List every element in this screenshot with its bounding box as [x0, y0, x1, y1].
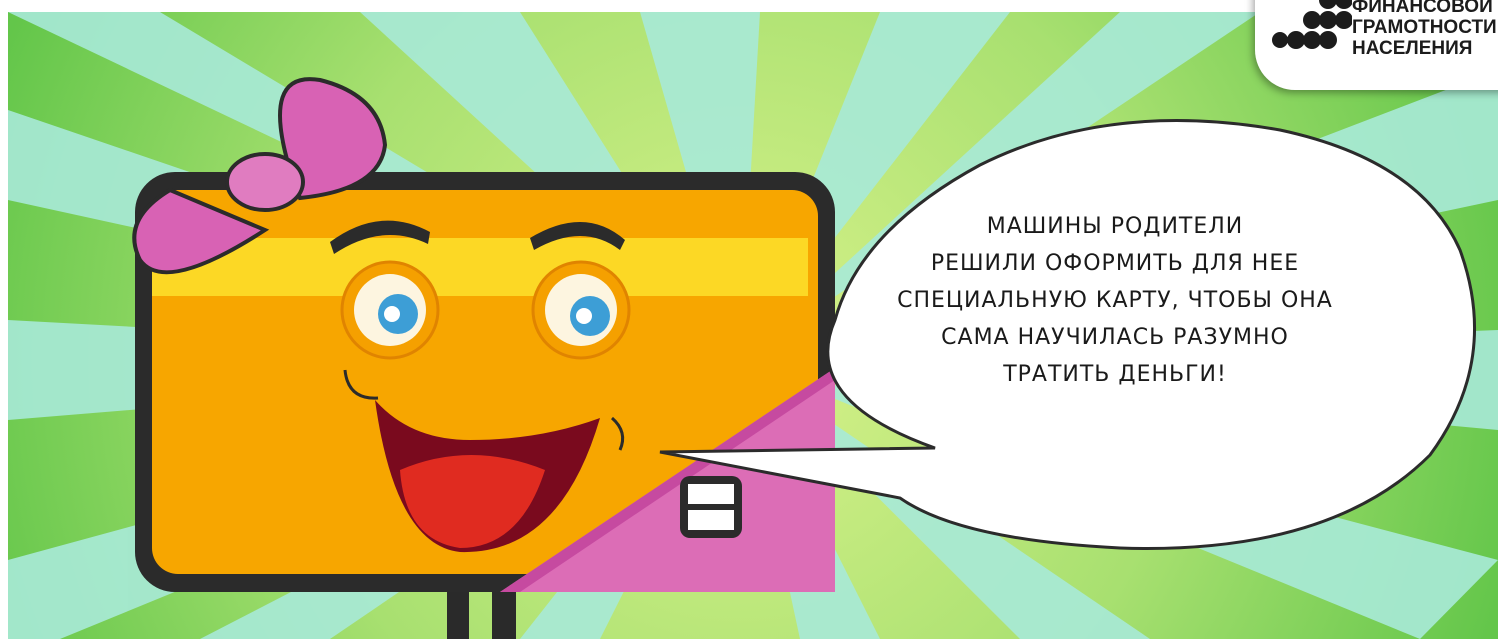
speech-line-5: ТРАТИТЬ ДЕНЬГИ! — [1003, 362, 1227, 387]
card-chip-icon — [680, 476, 742, 538]
speech-line-3: СПЕЦИАЛЬНУЮ КАРТУ, ЧТОБЫ ОНА — [897, 288, 1333, 313]
logo-line-2: ГРАМОТНОСТИ — [1352, 17, 1497, 38]
left-eye-icon — [340, 260, 440, 360]
logo-line-1: ФИНАНСОВОЙ — [1352, 0, 1493, 17]
speech-line-4: САМА НАУЧИЛАСЬ РАЗУМНО — [941, 325, 1289, 350]
right-eye-icon — [531, 260, 631, 360]
logo-line-3: НАСЕЛЕНИЯ — [1352, 38, 1473, 59]
speech-line-1: МАШИНЫ РОДИТЕЛИ — [986, 214, 1244, 239]
logo-text: ФИНАНСОВОЙ ГРАМОТНОСТИ НАСЕЛЕНИЯ — [1352, 0, 1497, 59]
speech-bubble-text: МАШИНЫ РОДИТЕЛИ РЕШИЛИ ОФОРМИТЬ ДЛЯ НЕЕ … — [845, 208, 1385, 393]
speech-line-2: РЕШИЛИ ОФОРМИТЬ ДЛЯ НЕЕ — [930, 251, 1300, 276]
logo-dots-icon — [1272, 0, 1352, 49]
